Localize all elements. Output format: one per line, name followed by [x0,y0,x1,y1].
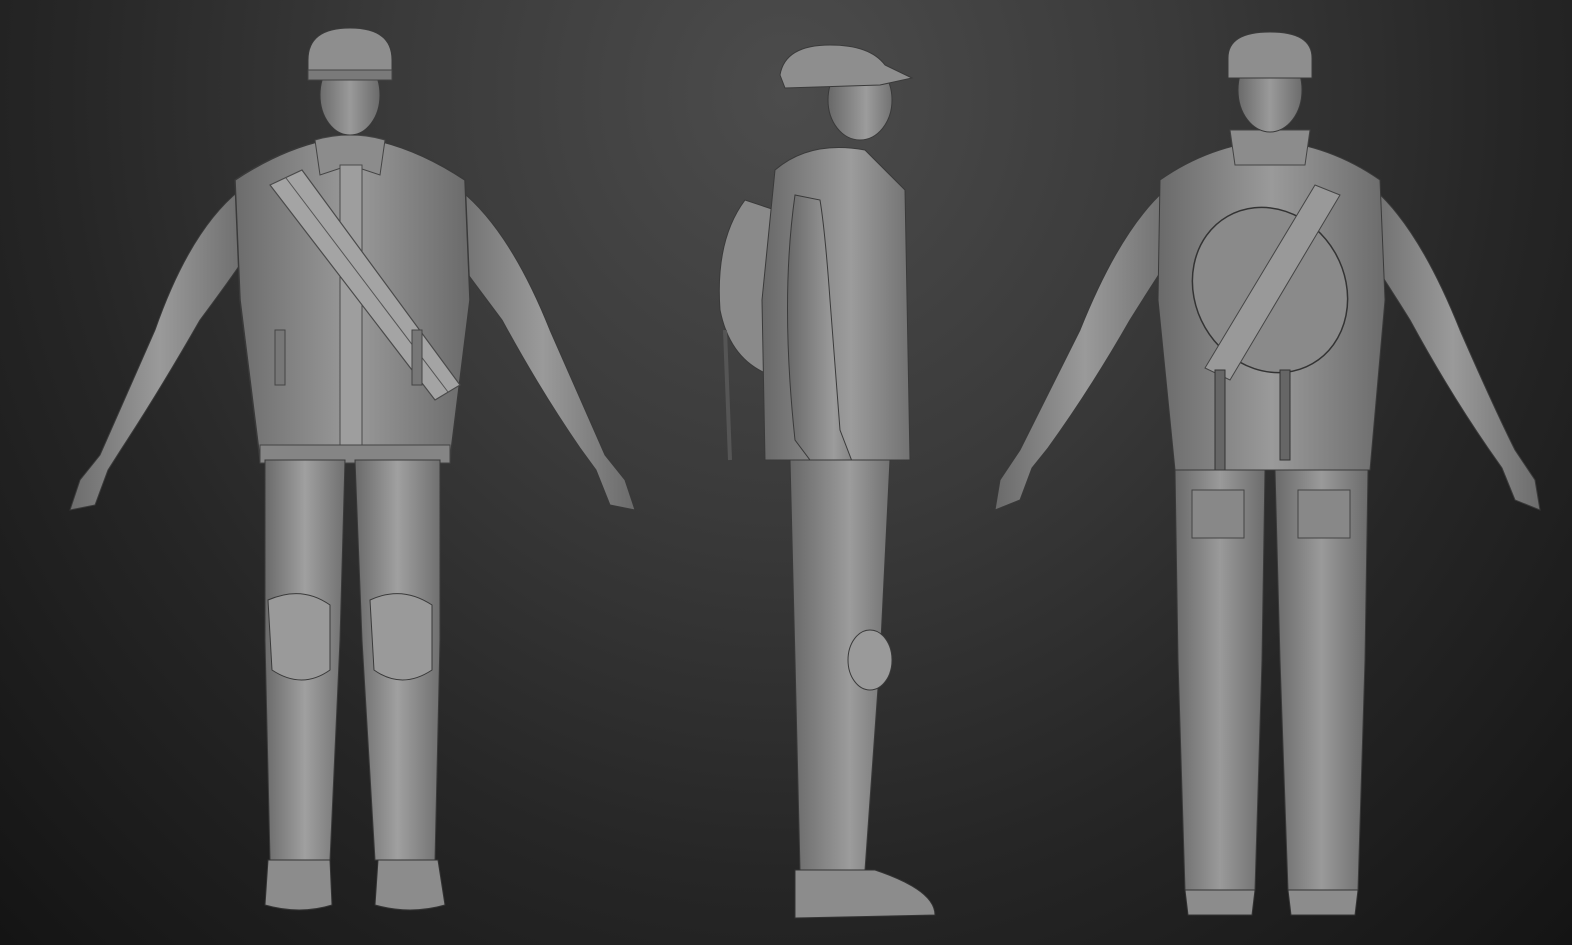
character-back-view [980,0,1560,945]
knee-pad [847,629,893,691]
left-pocket [274,329,286,386]
left-knee-pad [267,593,331,681]
right-knee-pad [369,593,433,681]
character-front-view [40,0,660,945]
jacket-collar [1229,129,1311,166]
left-shoe [1184,889,1256,916]
right-pocket [411,329,423,386]
character-side-view [690,0,950,945]
backpack-strap-left [1214,369,1226,471]
right-shoe [374,859,446,911]
right-shoe [1287,889,1359,916]
backpack-strap-right [1279,369,1291,461]
shoe [794,869,936,919]
left-arm [994,189,1176,511]
side-figure [718,44,936,919]
cap [1227,31,1313,79]
jacket-zipper [339,164,363,461]
left-back-pocket [1191,489,1245,539]
back-figure [994,31,1541,916]
right-arm [1364,189,1541,511]
backpack-strap-hanging [723,329,732,461]
right-arm [449,189,636,511]
cap [779,44,914,89]
right-back-pocket [1297,489,1351,539]
left-shoe [264,859,333,911]
front-figure [69,27,636,911]
sculpt-viewport [0,0,1572,945]
left-arm [69,189,251,511]
